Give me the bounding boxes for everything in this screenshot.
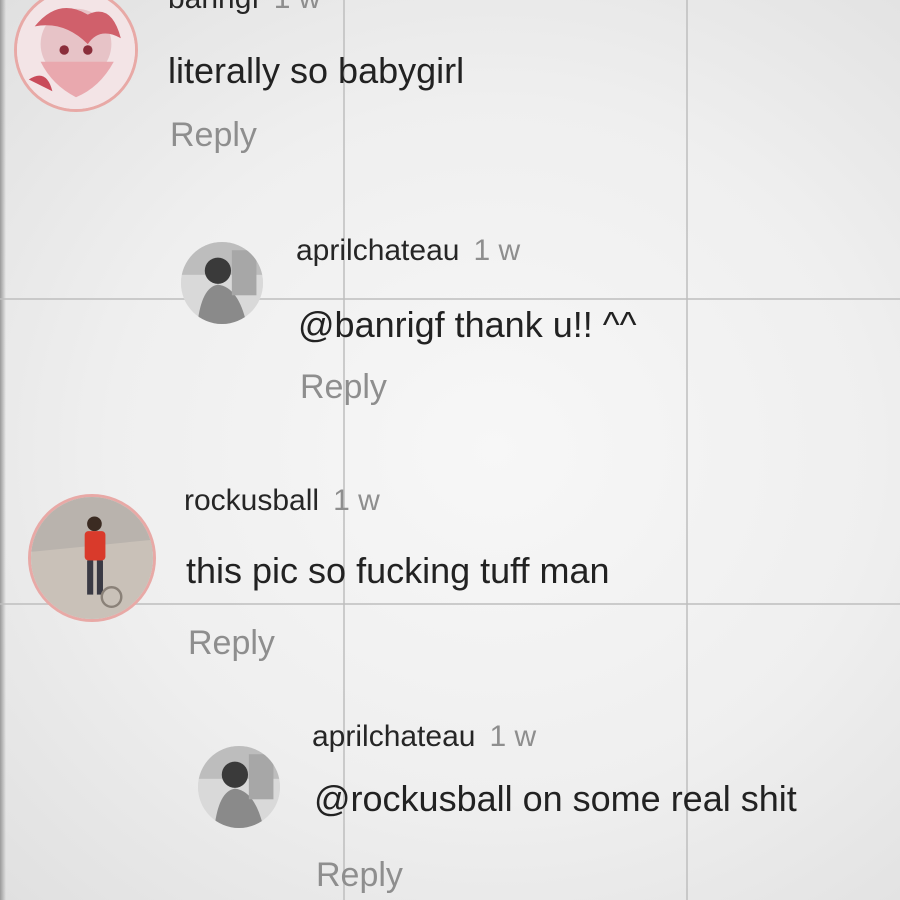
username[interactable]: rockusball bbox=[184, 484, 319, 517]
username[interactable]: aprilchateau bbox=[312, 720, 475, 753]
reply-button[interactable]: Reply bbox=[316, 856, 403, 895]
timestamp: 1 w bbox=[274, 0, 321, 15]
comment-header: aprilchateau 1 w bbox=[312, 720, 536, 754]
reply-button[interactable]: Reply bbox=[188, 624, 275, 663]
comment-aprilchateau: aprilchateau 1 w @rockusball on some real… bbox=[0, 708, 900, 900]
timestamp: 1 w bbox=[489, 720, 537, 753]
reply-button[interactable]: Reply bbox=[170, 116, 257, 155]
avatar[interactable] bbox=[14, 0, 138, 112]
username[interactable]: aprilchateau bbox=[296, 234, 459, 267]
comment-text: this pic so fucking tuff man bbox=[186, 550, 610, 591]
comment-aprilchateau: aprilchateau 1 w @banrigf thank u!! ^^ Re… bbox=[0, 230, 900, 420]
timestamp: 1 w bbox=[333, 484, 380, 517]
avatar[interactable] bbox=[198, 746, 280, 828]
username[interactable]: banrigf bbox=[168, 0, 260, 15]
comment-text: @rockusball on some real shit bbox=[314, 778, 797, 819]
timestamp: 1 w bbox=[473, 234, 521, 267]
comment-header: banrigf 1 w bbox=[168, 0, 320, 16]
avatar[interactable] bbox=[181, 242, 263, 324]
avatar[interactable] bbox=[28, 494, 156, 622]
user-avatar-icon bbox=[31, 497, 153, 619]
comment-text: @banrigf thank u!! ^^ bbox=[298, 304, 637, 345]
comment-rockusball: rockusball 1 w this pic so fucking tuff m… bbox=[0, 478, 900, 678]
comment-banrigf: banrigf 1 w literally so babygirl Reply bbox=[0, 0, 900, 170]
reply-button[interactable]: Reply bbox=[300, 368, 387, 407]
comment-header: rockusball 1 w bbox=[184, 484, 380, 518]
comment-text: literally so babygirl bbox=[168, 50, 465, 91]
user-avatar-icon bbox=[181, 242, 263, 324]
comment-header: aprilchateau 1 w bbox=[296, 234, 520, 268]
user-avatar-icon bbox=[198, 746, 280, 828]
anime-avatar-icon bbox=[17, 0, 135, 109]
